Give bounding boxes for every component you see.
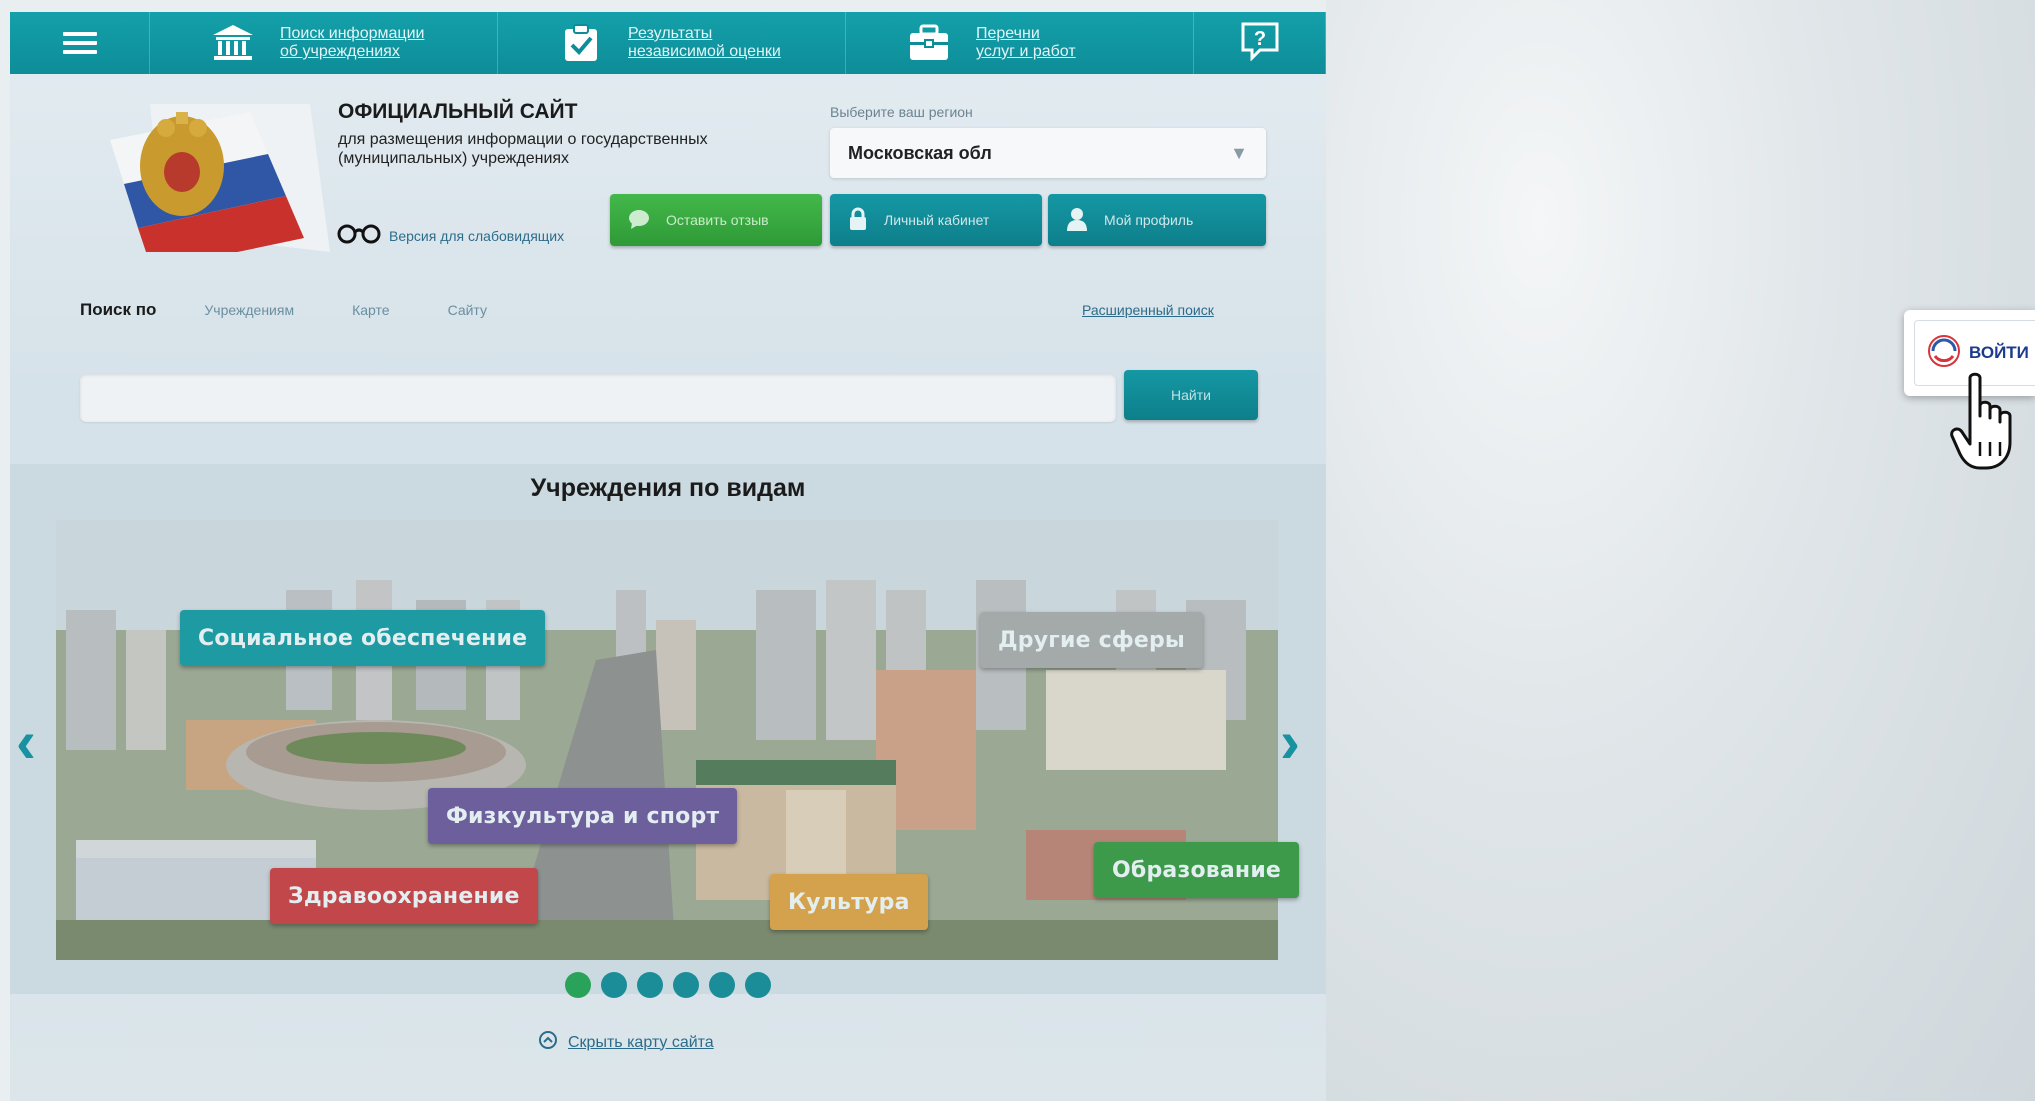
search-type-tabs: Поиск по Учреждениям Карте Сайту xyxy=(80,300,487,320)
category-health[interactable]: Здравоохранение xyxy=(270,868,538,924)
my-profile-button[interactable]: Мой профиль xyxy=(1048,194,1266,246)
region-value: Московская обл xyxy=(848,142,992,163)
site-title: ОФИЦИАЛЬНЫЙ САЙТ xyxy=(338,100,578,123)
search-tab-institutions[interactable]: Учреждениям xyxy=(204,302,294,318)
svg-text:?: ? xyxy=(1253,28,1265,50)
hide-sitemap-link[interactable]: Скрыть карту сайта xyxy=(538,1030,714,1055)
login-label: ВОЙТИ xyxy=(1969,343,2029,362)
category-other[interactable]: Другие сферы xyxy=(980,612,1204,668)
hide-sitemap-label: Скрыть карту сайта xyxy=(568,1033,714,1051)
lock-icon xyxy=(848,207,868,234)
glasses-icon xyxy=(335,224,383,247)
site-subtitle: для размещения информации о государствен… xyxy=(338,131,708,167)
category-sport[interactable]: Физкультура и спорт xyxy=(428,788,738,844)
personal-cabinet-label: Личный кабинет xyxy=(884,212,990,228)
menu-button[interactable] xyxy=(10,12,150,74)
top-navigation-bar: Поиск информации об учреждениях Результа… xyxy=(10,12,1326,74)
carousel-title: Учреждения по видам xyxy=(530,474,806,502)
nav-search-institutions[interactable]: Поиск информации об учреждениях xyxy=(150,12,498,74)
coat-of-arms-logo xyxy=(90,92,330,270)
search-button[interactable]: Найти xyxy=(1124,370,1258,420)
carousel-dot[interactable] xyxy=(673,972,699,998)
carousel-dot[interactable] xyxy=(745,972,771,998)
feedback-button[interactable]: Оставить отзыв xyxy=(610,194,822,246)
category-culture[interactable]: Культура xyxy=(770,874,928,930)
carousel-dot[interactable] xyxy=(601,972,627,998)
search-input[interactable] xyxy=(80,374,1116,422)
nav-search-institutions-link[interactable]: Поиск информации об учреждениях xyxy=(280,25,424,61)
help-icon: ? xyxy=(1240,21,1280,66)
feedback-button-label: Оставить отзыв xyxy=(666,212,769,228)
nav-services-list[interactable]: Перечни услуг и работ xyxy=(846,12,1194,74)
collapse-up-icon xyxy=(538,1030,558,1055)
search-tab-site[interactable]: Сайту xyxy=(448,302,487,318)
hand-cursor-icon xyxy=(1950,372,2012,470)
nav-independent-results-link[interactable]: Результаты независимой оценки xyxy=(628,25,781,61)
category-education[interactable]: Образование xyxy=(1094,842,1300,898)
carousel-next-button[interactable]: › xyxy=(1280,712,1300,772)
region-select[interactable]: Московская обл ▼ xyxy=(830,128,1266,178)
low-vision-label: Версия для слабовидящих xyxy=(389,227,565,244)
briefcase-icon xyxy=(906,23,952,63)
carousel-prev-button[interactable]: ‹ xyxy=(16,712,36,772)
user-icon xyxy=(1066,207,1088,234)
main-page: Поиск информации об учреждениях Результа… xyxy=(10,12,1326,1101)
low-vision-link[interactable]: Версия для слабовидящих xyxy=(335,224,564,247)
region-label: Выберите ваш регион xyxy=(830,104,973,120)
nav-services-list-link[interactable]: Перечни услуг и работ xyxy=(976,25,1076,61)
carousel-dot[interactable] xyxy=(637,972,663,998)
hamburger-icon xyxy=(62,27,97,59)
clipboard-check-icon xyxy=(558,23,604,63)
chevron-down-icon: ▼ xyxy=(1230,142,1248,163)
category-social[interactable]: Социальное обеспечение xyxy=(180,610,546,666)
advanced-search-link[interactable]: Расширенный поиск xyxy=(1082,302,1214,318)
search-tab-map[interactable]: Карте xyxy=(352,302,389,318)
search-by-label: Поиск по xyxy=(80,300,157,319)
carousel-dot[interactable] xyxy=(709,972,735,998)
chat-bubble-icon xyxy=(628,209,650,232)
background-overlay xyxy=(1326,0,2035,1101)
personal-cabinet-button[interactable]: Личный кабинет xyxy=(830,194,1042,246)
nav-independent-results[interactable]: Результаты независимой оценки xyxy=(498,12,846,74)
institution-icon xyxy=(210,23,256,63)
my-profile-label: Мой профиль xyxy=(1104,212,1194,228)
gosuslugi-logo-icon xyxy=(1927,334,1961,373)
help-button[interactable]: ? xyxy=(1194,12,1326,74)
carousel-dot[interactable] xyxy=(565,972,591,998)
carousel-pagination xyxy=(565,972,771,998)
